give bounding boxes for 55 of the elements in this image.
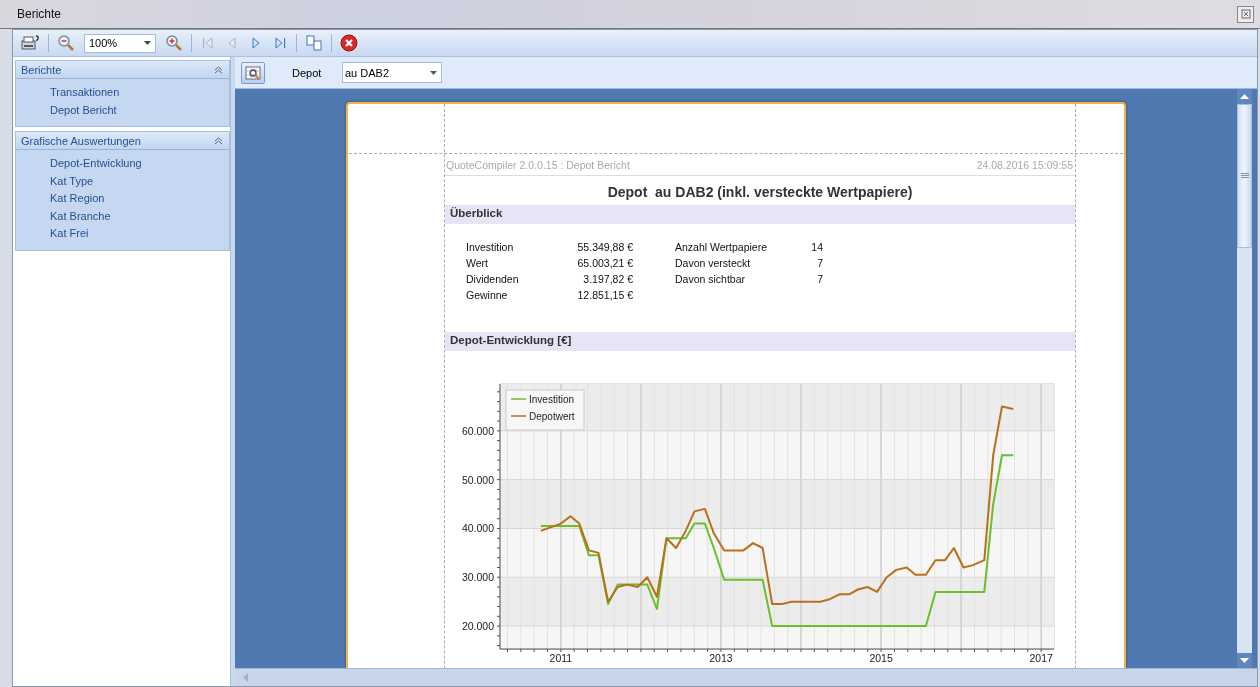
report-title: Depot au DAB2 (inkl. versteckte Wertpapiere) — [606, 183, 914, 202]
summary-label: Davon versteckt — [675, 256, 752, 270]
restore-button[interactable] — [1237, 5, 1254, 23]
sidebar-link[interactable]: Depot-Entwicklung — [50, 156, 229, 172]
sidebar-link[interactable]: Kat Frei — [50, 226, 229, 242]
summary-label: Wert — [466, 256, 489, 270]
close-icon[interactable] — [337, 33, 361, 53]
collapse-icon[interactable] — [214, 65, 223, 74]
legend-label: Depotwert — [529, 411, 575, 422]
collapse-icon[interactable] — [214, 136, 223, 145]
y-tick-label: 30.000 — [461, 571, 494, 584]
sidebar-link[interactable]: Kat Type — [50, 173, 229, 189]
summary-value: 7 — [816, 272, 823, 286]
sidebar-link[interactable]: Kat Branche — [50, 208, 229, 224]
summary-label: Investition — [466, 240, 515, 254]
window-title: Berichte — [17, 7, 62, 21]
vertical-scrollbar[interactable] — [1237, 89, 1252, 668]
group-header[interactable]: Grafische Auswertungen — [16, 132, 229, 150]
scroll-up-icon[interactable] — [1237, 89, 1252, 104]
sidebar-link[interactable]: Transaktionen — [50, 85, 229, 101]
y-tick-label: 60.000 — [461, 424, 494, 437]
x-tick-label: 2013 — [709, 652, 733, 664]
summary-value: 12.851,15 € — [576, 288, 633, 302]
sidebar-link[interactable]: Kat Region — [50, 191, 229, 207]
summary-label: Gewinne — [466, 288, 509, 302]
summary-value: 65.003,21 € — [576, 256, 633, 270]
summary-value: 7 — [816, 256, 823, 270]
report-header: QuoteCompiler 2.0.0.15 : Depot Bericht — [446, 159, 630, 171]
dropdown-arrow-icon[interactable] — [144, 41, 151, 45]
x-tick-label: 2017 — [1029, 652, 1053, 664]
y-tick-label: 40.000 — [461, 522, 494, 535]
section-heading: Überblick — [445, 205, 1075, 224]
sidebar-link[interactable]: Depot Bericht — [50, 102, 229, 118]
legend-label: Investition — [529, 394, 575, 405]
section-heading: Depot-Entwicklung [€] — [445, 332, 1075, 351]
zoom-dropdown[interactable]: 100% — [84, 33, 156, 53]
report-date: 24.08.2016 15:09:55 — [976, 159, 1073, 171]
summary-label: Dividenden — [466, 272, 520, 286]
summary-label: Anzahl Wertpapiere — [675, 240, 769, 254]
group-header[interactable]: Berichte — [16, 61, 229, 79]
dropdown-arrow-icon[interactable] — [430, 70, 437, 75]
x-tick-label: 2011 — [549, 652, 573, 664]
scroll-down-icon[interactable] — [1237, 653, 1252, 668]
scroll-thumb[interactable] — [1237, 104, 1252, 248]
summary-value: 3.197,82 € — [582, 272, 633, 286]
x-tick-label: 2015 — [869, 652, 893, 664]
y-tick-label: 50.000 — [461, 473, 494, 486]
preview-button[interactable] — [241, 61, 265, 84]
y-tick-label: 20.000 — [461, 620, 494, 633]
summary-value: 55.349,88 € — [576, 240, 633, 254]
horizontal-scrollbar[interactable] — [235, 668, 1257, 686]
depot-dropdown[interactable]: au DAB2 — [342, 62, 442, 83]
depot-label: Depot — [292, 66, 323, 79]
summary-value: 14 — [810, 240, 823, 254]
summary-label: Davon sichtbar — [675, 272, 747, 286]
